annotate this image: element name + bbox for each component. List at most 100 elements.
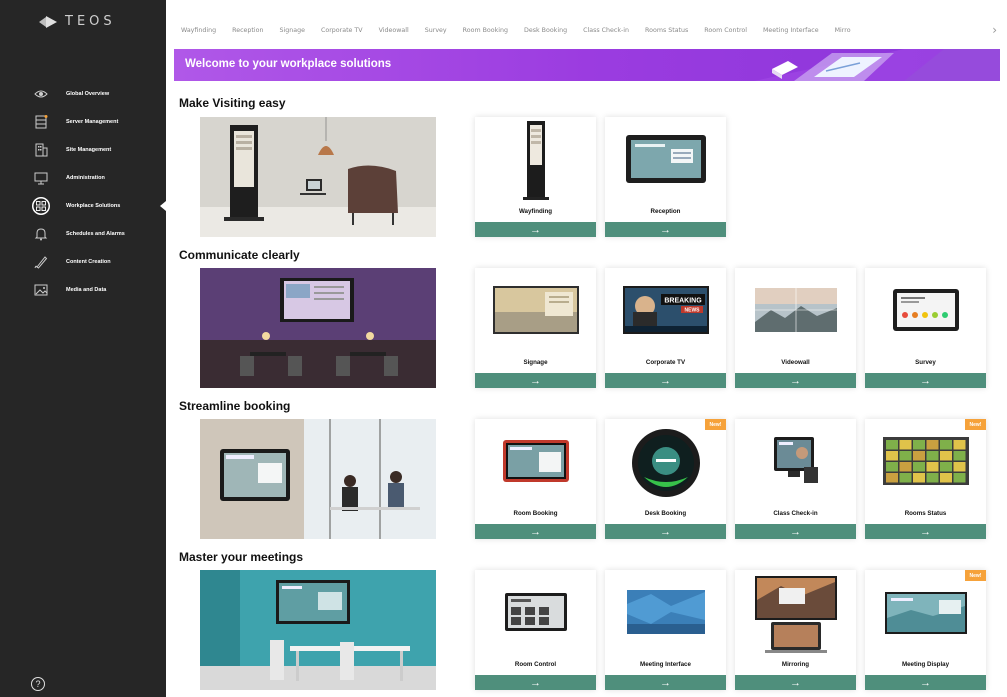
room-status-tile [885,462,898,472]
card-label: Desk Booking [644,510,687,517]
section-title: Communicate clearly [179,248,300,262]
card-label: Videowall [781,359,810,366]
sidebar-item-global-overview[interactable]: Global Overview [0,80,166,108]
card-label: Reception [650,208,681,215]
card-thumbnail [475,117,596,201]
solution-card-room-control[interactable]: Room Control → [475,570,596,690]
sidebar-item-workplace-solutions[interactable]: Workplace Solutions [0,192,166,220]
sidebar-item-site-management[interactable]: Site Management [0,136,166,164]
section-hero-image [200,419,436,539]
open-solution-button[interactable]: → [605,675,726,690]
room-status-tile [926,440,938,450]
solution-card-class-check-in[interactable]: Class Check-in → [735,419,856,539]
card-label: Mirroring [781,661,810,668]
sidebar-item-content-creation[interactable]: Content Creation [0,248,166,276]
open-solution-button[interactable]: → [605,524,726,539]
section-title: Streamline booking [179,399,291,413]
teos-logo[interactable]: TEOS [38,14,116,29]
tab-reception[interactable]: Reception [232,27,263,34]
sidebar-item-schedules-and-alarms[interactable]: Schedules and Alarms [0,220,166,248]
room-status-tile [912,451,925,461]
room-status-tile [912,473,925,483]
open-solution-button[interactable]: → [475,222,596,237]
tab-wayfinding[interactable]: Wayfinding [181,27,216,34]
logo-text: TEOS [65,14,116,29]
card-thumbnail [605,570,726,654]
solution-card-meeting-interface[interactable]: Meeting Interface → [605,570,726,690]
tabs-scroll-right-icon[interactable]: › [988,23,997,37]
tab-mirroring[interactable]: Mirro [835,27,851,34]
solution-card-room-booking[interactable]: Room Booking → [475,419,596,539]
section-hero-image [200,117,436,237]
open-solution-button[interactable]: → [475,675,596,690]
room-status-tile [912,440,925,450]
section-title: Master your meetings [179,550,304,564]
sidebar-item-label: Administration [66,175,105,181]
solution-card-meeting-display[interactable]: New! Meeting Display → [865,570,986,690]
sidebar-item-server-management[interactable]: Server Management [0,108,166,136]
open-solution-button[interactable]: → [605,373,726,388]
open-solution-button[interactable]: → [865,675,986,690]
open-solution-button[interactable]: → [475,524,596,539]
solution-card-signage[interactable]: Signage → [475,268,596,388]
open-solution-button[interactable]: → [735,373,856,388]
room-status-tile [899,440,911,450]
card-thumbnail [605,117,726,201]
open-solution-button[interactable]: → [735,675,856,690]
card-thumbnail [865,268,986,352]
image-icon [32,281,50,299]
monitor-icon [32,169,50,187]
room-status-tile [953,462,965,472]
room-status-tile [899,462,911,472]
solution-card-corporate-tv[interactable]: BREAKING NEWS Corporate TV → [605,268,726,388]
tab-videowall[interactable]: Videowall [379,27,409,34]
room-status-tile [939,440,952,450]
open-solution-button[interactable]: → [735,524,856,539]
room-status-tile [885,440,898,450]
sidebar-item-label: Global Overview [66,91,110,97]
card-thumbnail [735,268,856,352]
banner-illustration [754,49,1000,81]
room-status-tile [885,451,898,461]
solution-card-videowall[interactable]: Videowall → [735,268,856,388]
tab-desk-booking[interactable]: Desk Booking [524,27,567,34]
tab-room-control[interactable]: Room Control [704,27,747,34]
card-thumbnail [475,268,596,352]
card-thumbnail [735,570,856,654]
card-label: Room Booking [513,510,558,517]
tab-room-booking[interactable]: Room Booking [463,27,508,34]
tab-corporate-tv[interactable]: Corporate TV [321,27,363,34]
building-icon [32,141,50,159]
open-solution-button[interactable]: → [605,222,726,237]
eye-icon [32,85,50,103]
open-solution-button[interactable]: → [865,373,986,388]
help-button[interactable]: ? [31,677,45,691]
sidebar-item-media-and-data[interactable]: Media and Data [0,276,166,304]
tab-meeting-interface[interactable]: Meeting Interface [763,27,819,34]
tab-class-check-in[interactable]: Class Check-in [583,27,629,34]
room-status-tile [926,462,938,472]
open-solution-button[interactable]: → [865,524,986,539]
solution-card-rooms-status[interactable]: New! Rooms Status → [865,419,986,539]
solution-card-reception[interactable]: Reception → [605,117,726,237]
solution-card-wayfinding[interactable]: Wayfinding → [475,117,596,237]
solution-card-survey[interactable]: Survey → [865,268,986,388]
tab-rooms-status[interactable]: Rooms Status [645,27,688,34]
room-status-tile [899,451,911,461]
svg-text:BREAKING: BREAKING [664,298,702,305]
card-thumbnail: BREAKING NEWS [605,268,726,352]
tab-survey[interactable]: Survey [425,27,447,34]
room-status-tile [953,440,965,450]
sidebar-item-label: Content Creation [66,259,111,265]
solution-card-desk-booking[interactable]: New! Desk Booking → [605,419,726,539]
pen-icon [32,253,50,271]
bell-icon [32,225,50,243]
sidebar-item-administration[interactable]: Administration [0,164,166,192]
tab-signage[interactable]: Signage [279,27,304,34]
room-status-tile [939,451,952,461]
open-solution-button[interactable]: → [475,373,596,388]
room-status-tile [926,451,938,461]
solution-card-mirroring[interactable]: Mirroring → [735,570,856,690]
card-label: Meeting Interface [640,661,691,668]
grid-circle-icon [32,197,50,215]
